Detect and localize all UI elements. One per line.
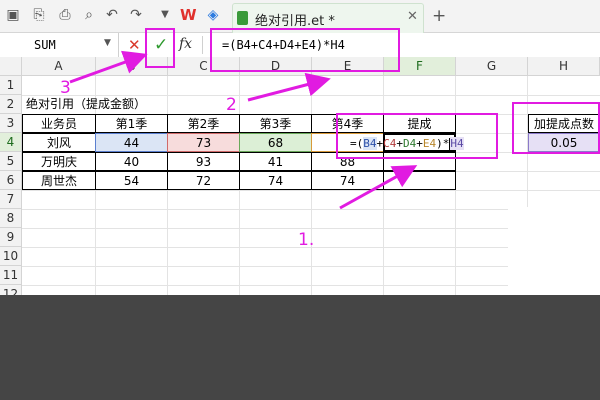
arrow-2	[247, 72, 331, 102]
annotation-label-1: 1.	[298, 230, 315, 250]
arrow-1	[339, 165, 418, 210]
arrow-3	[69, 50, 148, 84]
annotation-label-3: 3	[60, 78, 71, 98]
annotation-arrows	[69, 50, 418, 210]
annotation-label-2: 2	[226, 95, 237, 115]
